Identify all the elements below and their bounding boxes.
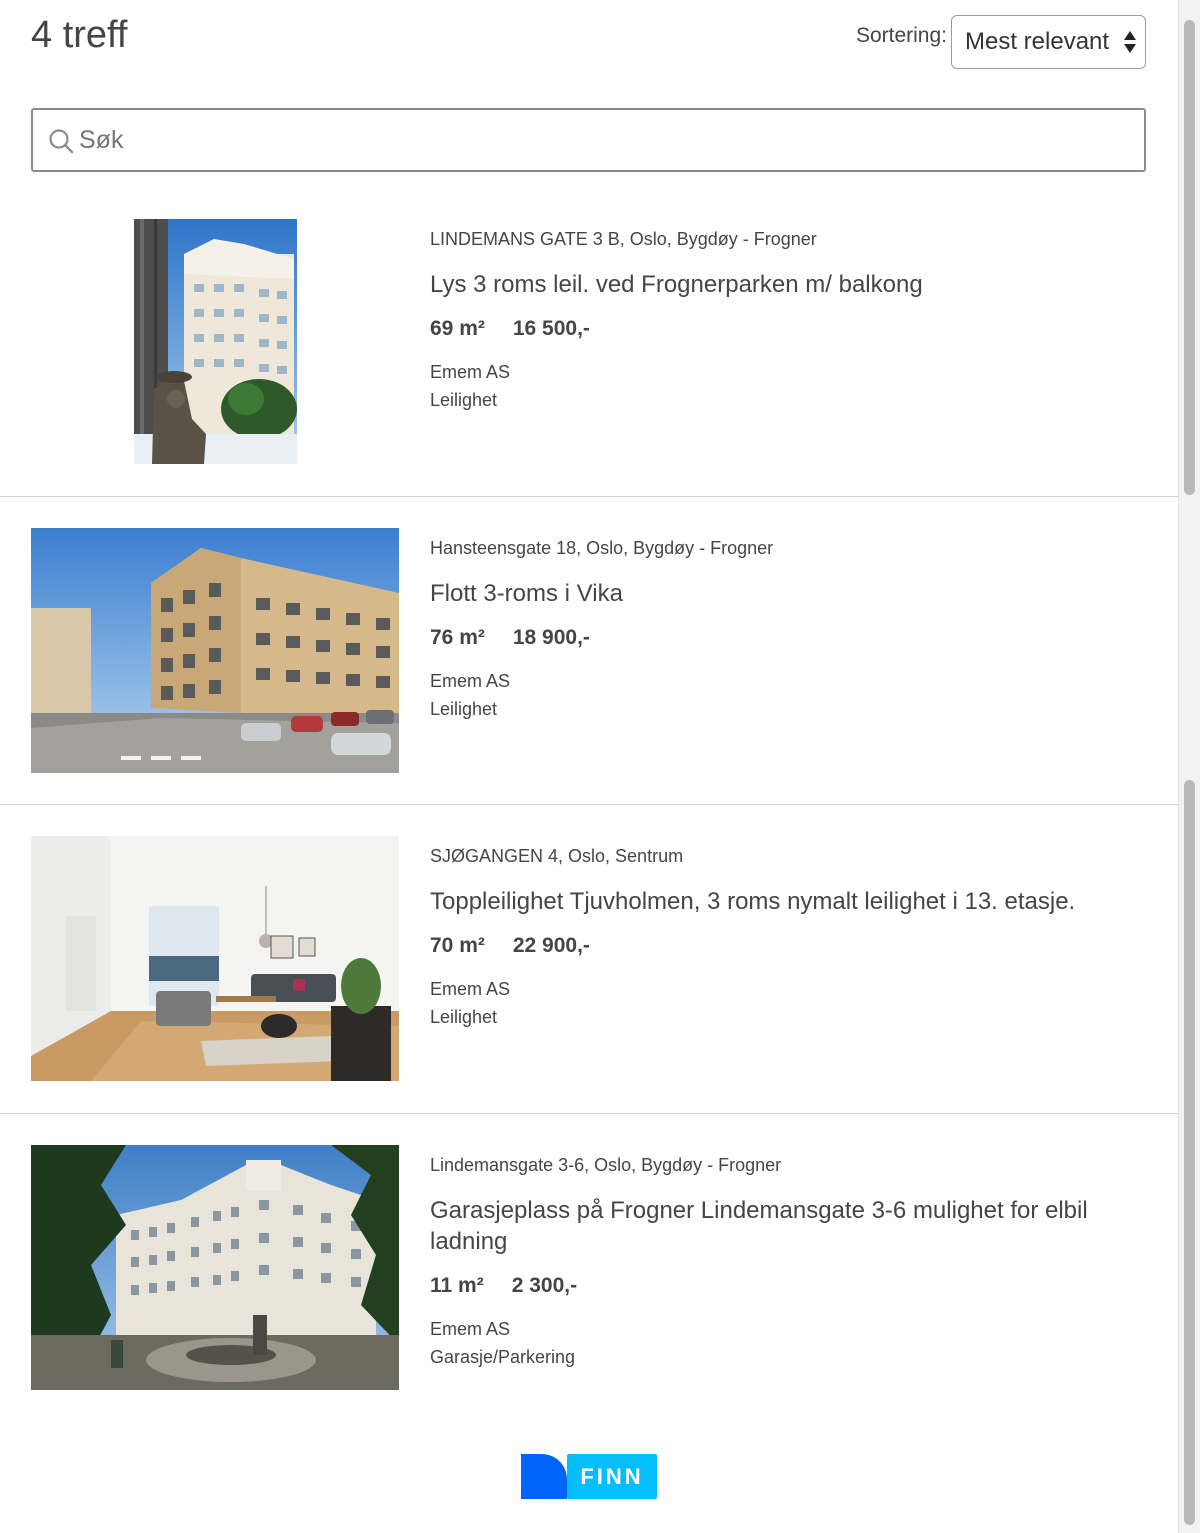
listing-address: LINDEMANS GATE 3 B, Oslo, Bygdøy - Frogn… <box>430 229 817 249</box>
courtyard-apartment-building-photo[interactable] <box>31 1145 399 1390</box>
listing-meta: 70 m² 22 900,- <box>430 932 1130 960</box>
listing-price: 16 500,- <box>512 317 590 340</box>
listing-image-area <box>31 1145 399 1390</box>
finn-logo-text: FINN <box>580 1464 643 1489</box>
corner-apartment-building-photo[interactable] <box>31 528 399 773</box>
listing-image-area <box>31 528 399 773</box>
listing-type: Leilighet <box>430 390 498 410</box>
select-arrows-icon <box>1124 29 1136 55</box>
search-box[interactable] <box>31 108 1146 172</box>
sort-label: Sortering: <box>855 24 947 47</box>
listing-item[interactable]: Lindemansgate 3-6, Oslo, Bygdøy - Frogne… <box>0 1114 1178 1421</box>
listing-info: LINDEMANS GATE 3 B, Oslo, Bygdøy - Frogn… <box>430 226 1130 414</box>
listing-price: 22 900,- <box>512 934 590 957</box>
listing-area: 76 m² <box>430 626 485 649</box>
listing-company: Emem AS <box>430 671 511 691</box>
scrollbar-thumb[interactable] <box>1184 20 1195 495</box>
listing-item[interactable]: LINDEMANS GATE 3 B, Oslo, Bygdøy - Frogn… <box>0 188 1178 497</box>
listing-info: Lindemansgate 3-6, Oslo, Bygdøy - Frogne… <box>430 1152 1130 1371</box>
listing-info: Hansteensgate 18, Oslo, Bygdøy - Frogner… <box>430 535 1130 723</box>
sort-select[interactable]: Mest relevant <box>951 15 1146 69</box>
listing-address: Lindemansgate 3-6, Oslo, Bygdøy - Frogne… <box>430 1155 782 1175</box>
listing-item[interactable]: Hansteensgate 18, Oslo, Bygdøy - Frogner… <box>0 497 1178 805</box>
page: 4 treff Sortering: Mest relevant Søk LIN… <box>0 0 1178 1533</box>
listing-type: Garasje/Parkering <box>430 1347 576 1367</box>
scrollbar-thumb[interactable] <box>1184 780 1195 1525</box>
listing-list: LINDEMANS GATE 3 B, Oslo, Bygdøy - Frogn… <box>0 188 1178 1421</box>
listing-meta: 76 m² 18 900,- <box>430 624 1130 652</box>
listing-company: Emem AS <box>430 1319 511 1339</box>
listing-area: 69 m² <box>430 317 485 340</box>
listing-title[interactable]: Toppleilighet Tjuvholmen, 3 roms nymalt … <box>430 886 1130 917</box>
listing-type: Leilighet <box>430 699 498 719</box>
listing-address: Hansteensgate 18, Oslo, Bygdøy - Frogner <box>430 538 774 558</box>
listing-info: SJØGANGEN 4, Oslo, Sentrum Toppleilighet… <box>430 843 1130 1031</box>
living-room-interior-photo[interactable] <box>31 836 399 1081</box>
footer: FINN <box>0 1420 1178 1533</box>
listing-meta: 69 m² 16 500,- <box>430 315 1130 343</box>
listing-title[interactable]: Lys 3 roms leil. ved Frognerparken m/ ba… <box>430 269 1130 300</box>
hits-count: 4 treff <box>31 14 128 56</box>
listing-area: 11 m² <box>430 1274 484 1297</box>
finn-logo[interactable]: FINN <box>521 1454 657 1499</box>
search-icon <box>49 129 74 154</box>
listing-price: 2 300,- <box>511 1274 578 1297</box>
results-header: 4 treff Sortering: Mest relevant <box>31 0 1146 90</box>
listing-price: 18 900,- <box>512 626 590 649</box>
listing-title[interactable]: Garasjeplass på Frogner Lindemansgate 3-… <box>430 1195 1130 1257</box>
listing-area: 70 m² <box>430 934 485 957</box>
listing-address: SJØGANGEN 4, Oslo, Sentrum <box>430 846 684 866</box>
sort-selected-value: Mest relevant <box>965 28 1110 55</box>
listing-title[interactable]: Flott 3-roms i Vika <box>430 578 1130 609</box>
listing-meta: 11 m² 2 300,- <box>430 1272 1130 1300</box>
listing-item[interactable]: SJØGANGEN 4, Oslo, Sentrum Toppleilighet… <box>0 805 1178 1114</box>
listing-type: Leilighet <box>430 1007 498 1027</box>
listing-company: Emem AS <box>430 362 511 382</box>
apartment-building-with-statue-photo[interactable] <box>134 219 297 464</box>
scrollbar[interactable] <box>1178 0 1200 1533</box>
search-input[interactable] <box>79 120 1129 160</box>
listing-image-area <box>31 836 399 1081</box>
listing-image-area <box>31 219 399 464</box>
listing-company: Emem AS <box>430 979 511 999</box>
finn-logo-mark <box>521 1454 567 1499</box>
